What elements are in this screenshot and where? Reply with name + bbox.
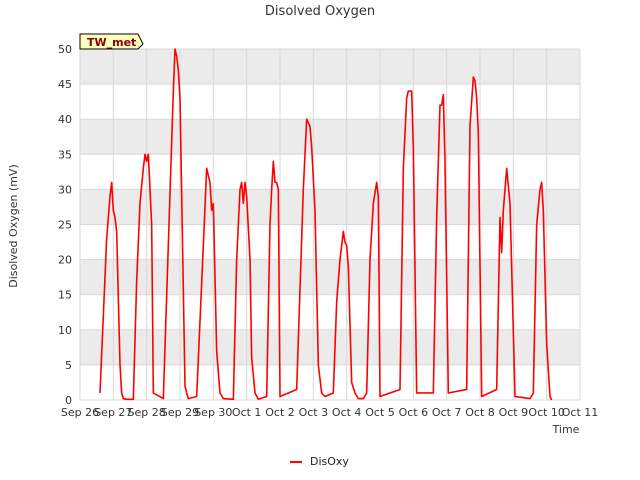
x-tick-label: Oct 11 <box>562 406 599 419</box>
x-tick-label: Oct 6 <box>399 406 429 419</box>
y-tick-label: 50 <box>58 43 72 56</box>
x-tick-label: Oct 1 <box>232 406 262 419</box>
y-tick-label: 45 <box>58 78 72 91</box>
x-tick-label: Oct 5 <box>365 406 395 419</box>
station-tag-label: TW_met <box>87 36 136 49</box>
x-tick-label: Oct 10 <box>528 406 565 419</box>
y-tick-label: 35 <box>58 148 72 161</box>
grid-band <box>80 119 580 155</box>
grid-band <box>80 49 580 85</box>
grid-band <box>80 329 580 365</box>
x-axis-label: Time <box>552 423 580 436</box>
x-tick-label: Oct 9 <box>499 406 529 419</box>
y-tick-label: 40 <box>58 113 72 126</box>
chart: Disolved Oxygen 05101520253035404550 Sep… <box>7 4 598 468</box>
y-tick-label: 10 <box>58 324 72 337</box>
y-tick-label: 25 <box>58 219 72 232</box>
legend-label: DisOxy <box>310 455 349 468</box>
chart-title: Disolved Oxygen <box>265 4 375 19</box>
station-tag: TW_met <box>79 33 144 50</box>
x-tick-label: Sep 30 <box>194 406 232 419</box>
x-tick-label: Oct 3 <box>299 406 329 419</box>
grid-band <box>80 259 580 295</box>
x-axis-ticks: Sep 26Sep 27Sep 28Sep 29Sep 30 Oct 1 Oct 2… <box>61 406 598 419</box>
x-tick-label: Oct 4 <box>332 406 362 419</box>
y-tick-label: 30 <box>58 183 72 196</box>
legend: DisOxy <box>290 455 349 468</box>
y-axis-ticks: 05101520253035404550 <box>58 43 72 407</box>
y-tick-label: 15 <box>58 289 72 302</box>
x-tick-label: Oct 7 <box>432 406 462 419</box>
y-tick-label: 20 <box>58 254 72 267</box>
x-tick-label: Oct 2 <box>265 406 295 419</box>
y-tick-label: 5 <box>65 359 72 372</box>
y-axis-label: Disolved Oxygen (mV) <box>7 164 20 288</box>
x-tick-label: Oct 8 <box>465 406 495 419</box>
